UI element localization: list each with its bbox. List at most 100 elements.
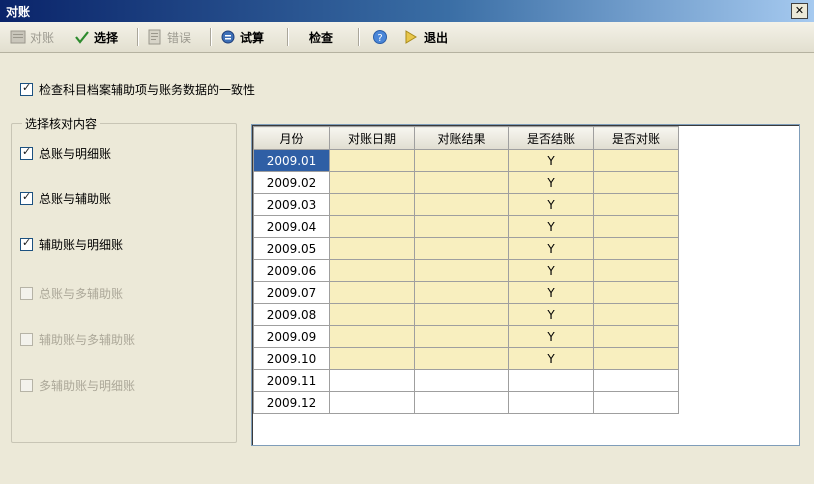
cell-closed[interactable]: Y [508, 149, 594, 172]
option-checkbox[interactable] [20, 145, 33, 160]
consistency-check-option[interactable]: 检查科目档案辅助项与账务数据的一致性 [20, 81, 255, 98]
cell-reconciled[interactable] [593, 391, 679, 414]
cell-result[interactable] [414, 281, 509, 304]
table-row[interactable]: 2009.08 Y [253, 303, 679, 326]
cell-month[interactable]: 2009.06 [253, 259, 330, 282]
option-checkbox[interactable] [20, 333, 33, 346]
cell-date[interactable] [329, 237, 415, 260]
option-checkbox[interactable] [20, 236, 33, 251]
cell-closed[interactable]: Y [508, 325, 594, 348]
cell-result[interactable] [414, 303, 509, 326]
cell-month[interactable]: 2009.08 [253, 303, 330, 326]
column-header-date[interactable]: 对账日期 [329, 126, 415, 150]
cell-month[interactable]: 2009.04 [253, 215, 330, 238]
cell-closed[interactable]: Y [508, 281, 594, 304]
table-row[interactable]: 2009.07 Y [253, 281, 679, 304]
column-header-month[interactable]: 月份 [253, 126, 330, 150]
option-aux-detail[interactable]: 辅助账与明细账 [20, 236, 123, 253]
cell-month[interactable]: 2009.02 [253, 171, 330, 194]
reconcile-button[interactable]: 对账 [10, 27, 54, 47]
cell-result[interactable] [414, 215, 509, 238]
option-gl-detail[interactable]: 总账与明细账 [20, 145, 111, 162]
select-button[interactable]: 选择 [74, 27, 118, 47]
cell-reconciled[interactable] [593, 303, 679, 326]
table-row[interactable]: 2009.01 Y [253, 149, 679, 172]
cell-date[interactable] [329, 193, 415, 216]
table-row[interactable]: 2009.11 [253, 369, 679, 392]
cell-reconciled[interactable] [593, 369, 679, 392]
table-row[interactable]: 2009.06 Y [253, 259, 679, 282]
cell-reconciled[interactable] [593, 281, 679, 304]
error-button[interactable]: 错误 [147, 27, 191, 47]
cell-result[interactable] [414, 259, 509, 282]
reconcile-grid[interactable]: 月份 对账日期 对账结果 是否结账 是否对账 2009.01 Y 2009.02 Y 2… [251, 124, 800, 446]
table-row[interactable]: 2009.04 Y [253, 215, 679, 238]
cell-month[interactable]: 2009.09 [253, 325, 330, 348]
cell-date[interactable] [329, 325, 415, 348]
consistency-checkbox[interactable] [20, 81, 33, 96]
cell-result[interactable] [414, 391, 509, 414]
option-checkbox[interactable] [20, 190, 33, 205]
cell-date[interactable] [329, 303, 415, 326]
cell-date[interactable] [329, 281, 415, 304]
cell-reconciled[interactable] [593, 171, 679, 194]
column-header-reconciled[interactable]: 是否对账 [593, 126, 679, 150]
option-gl-multi-aux[interactable]: 总账与多辅助账 [20, 285, 123, 302]
cell-date[interactable] [329, 149, 415, 172]
option-aux-multi-aux[interactable]: 辅助账与多辅助账 [20, 331, 135, 348]
cell-month[interactable]: 2009.01 [253, 149, 330, 172]
cell-month[interactable]: 2009.11 [253, 369, 330, 392]
cell-month[interactable]: 2009.03 [253, 193, 330, 216]
cell-closed[interactable] [508, 369, 594, 392]
cell-date[interactable] [329, 391, 415, 414]
cell-month[interactable]: 2009.12 [253, 391, 330, 414]
cell-closed[interactable]: Y [508, 193, 594, 216]
check-button[interactable]: 检查 [309, 27, 333, 47]
option-multi-aux-detail[interactable]: 多辅助账与明细账 [20, 377, 135, 394]
table-row[interactable]: 2009.02 Y [253, 171, 679, 194]
table-row[interactable]: 2009.10 Y [253, 347, 679, 370]
cell-reconciled[interactable] [593, 325, 679, 348]
cell-closed[interactable]: Y [508, 303, 594, 326]
cell-closed[interactable]: Y [508, 347, 594, 370]
column-header-result[interactable]: 对账结果 [414, 126, 509, 150]
column-header-closed[interactable]: 是否结账 [508, 126, 594, 150]
cell-reconciled[interactable] [593, 149, 679, 172]
option-checkbox[interactable] [20, 287, 33, 300]
cell-date[interactable] [329, 171, 415, 194]
cell-result[interactable] [414, 171, 509, 194]
table-row[interactable]: 2009.12 [253, 391, 679, 414]
cell-result[interactable] [414, 369, 509, 392]
help-button[interactable]: ? [372, 27, 388, 47]
cell-closed[interactable]: Y [508, 171, 594, 194]
cell-closed[interactable]: Y [508, 215, 594, 238]
cell-result[interactable] [414, 149, 509, 172]
cell-closed[interactable] [508, 391, 594, 414]
cell-reconciled[interactable] [593, 193, 679, 216]
cell-month[interactable]: 2009.05 [253, 237, 330, 260]
option-gl-aux[interactable]: 总账与辅助账 [20, 190, 111, 207]
cell-date[interactable] [329, 347, 415, 370]
cell-result[interactable] [414, 193, 509, 216]
table-row[interactable]: 2009.03 Y [253, 193, 679, 216]
cell-reconciled[interactable] [593, 347, 679, 370]
cell-result[interactable] [414, 325, 509, 348]
cell-result[interactable] [414, 237, 509, 260]
cell-date[interactable] [329, 259, 415, 282]
close-button[interactable]: ✕ [791, 3, 808, 19]
table-row[interactable]: 2009.09 Y [253, 325, 679, 348]
cell-reconciled[interactable] [593, 237, 679, 260]
cell-reconciled[interactable] [593, 259, 679, 282]
cell-closed[interactable]: Y [508, 237, 594, 260]
cell-result[interactable] [414, 347, 509, 370]
cell-date[interactable] [329, 369, 415, 392]
trial-balance-button[interactable]: 试算 [220, 27, 264, 47]
exit-button[interactable]: 退出 [404, 27, 448, 47]
cell-closed[interactable]: Y [508, 259, 594, 282]
cell-month[interactable]: 2009.10 [253, 347, 330, 370]
cell-date[interactable] [329, 215, 415, 238]
cell-reconciled[interactable] [593, 215, 679, 238]
table-row[interactable]: 2009.05 Y [253, 237, 679, 260]
option-checkbox[interactable] [20, 379, 33, 392]
cell-month[interactable]: 2009.07 [253, 281, 330, 304]
